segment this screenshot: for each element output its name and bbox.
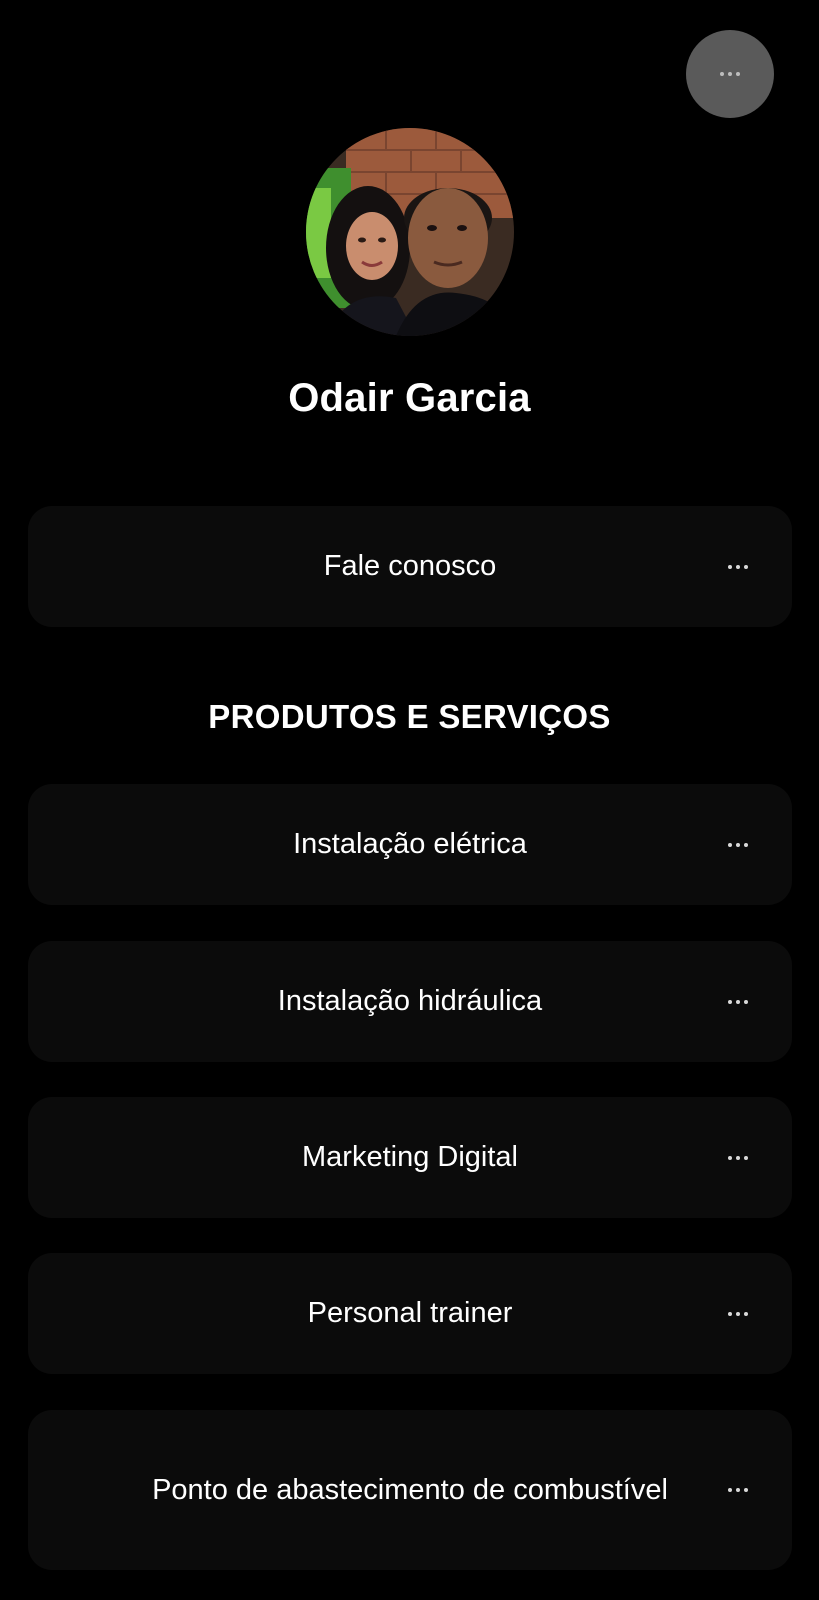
card-menu-button[interactable] (724, 1302, 752, 1326)
profile-photo-icon (306, 128, 514, 336)
card-menu-button[interactable] (724, 990, 752, 1014)
more-horizontal-icon (728, 1488, 748, 1492)
link-card-product[interactable]: Instalação hidráulica (28, 941, 792, 1062)
link-card-product[interactable]: Marketing Digital (28, 1097, 792, 1218)
link-label: Ponto de abastecimento de combustível (152, 1473, 668, 1506)
profile-name: Odair Garcia (288, 376, 531, 420)
link-label: Personal trainer (307, 1297, 513, 1329)
section-heading: PRODUTOS E SERVIÇOS (208, 698, 611, 735)
more-horizontal-icon (720, 72, 740, 76)
link-card-contact[interactable]: Fale conosco (28, 506, 792, 627)
more-horizontal-icon (728, 842, 748, 847)
link-card-product[interactable]: Ponto de abastecimento de combustível (28, 1410, 792, 1570)
card-menu-button[interactable] (724, 555, 752, 579)
link-card-product[interactable]: Personal trainer (28, 1253, 792, 1374)
link-label: Instalação hidráulica (277, 985, 543, 1017)
share-menu-button[interactable] (686, 30, 774, 118)
link-label: Fale conosco (323, 550, 497, 582)
link-label: Instalação elétrica (293, 828, 527, 860)
card-menu-button[interactable] (724, 1146, 752, 1170)
card-menu-button[interactable] (724, 1478, 752, 1502)
avatar (306, 128, 514, 336)
more-horizontal-icon (728, 1311, 748, 1316)
link-card-product[interactable]: Instalação elétrica (28, 784, 792, 905)
more-horizontal-icon (728, 1155, 748, 1160)
card-menu-button[interactable] (724, 833, 752, 857)
more-horizontal-icon (728, 999, 748, 1004)
link-label: Marketing Digital (302, 1141, 518, 1173)
more-horizontal-icon (728, 564, 748, 569)
